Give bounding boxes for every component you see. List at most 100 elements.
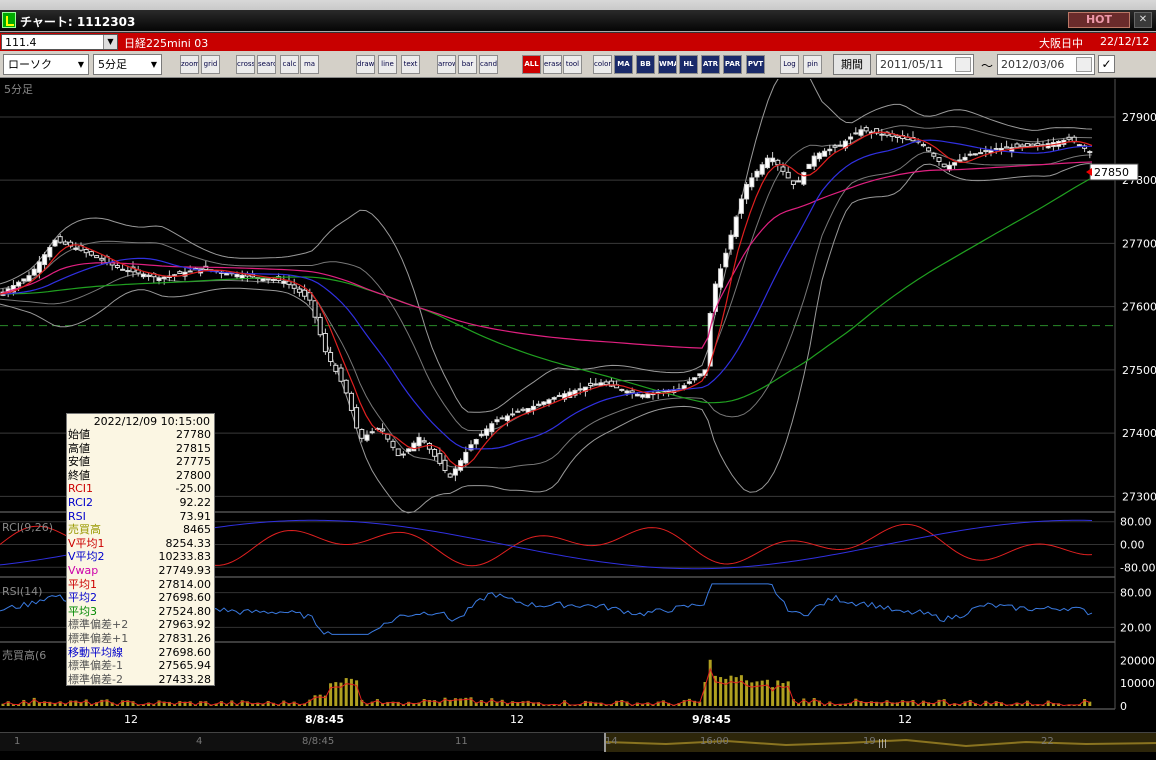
chevron-down-icon[interactable]: ▼: [103, 35, 117, 49]
candle-body: [723, 252, 729, 268]
symbol-code-select[interactable]: 111.4 ▼: [1, 34, 118, 50]
hot-button[interactable]: HOT: [1068, 12, 1130, 28]
rsi-tick-label: 20.00: [1120, 621, 1152, 634]
data-window-value: 10233.83: [158, 550, 212, 564]
candle-body: [936, 157, 942, 162]
tool-tool-button[interactable]: tool: [563, 55, 582, 74]
data-window-row: V平均1 8254.33: [68, 537, 214, 550]
close-button[interactable]: ✕: [1134, 12, 1152, 28]
tool-calc-button[interactable]: calc: [280, 55, 299, 74]
tool-arrow-button[interactable]: arrow: [437, 55, 456, 74]
candle-body: [125, 270, 131, 273]
data-window-key: 移動平均線: [68, 645, 123, 659]
candle-body: [520, 408, 526, 411]
date-to-input[interactable]: 2012/03/06: [997, 54, 1095, 75]
candle-body: [83, 249, 89, 254]
candle-body: [260, 277, 266, 282]
tool-cross-button[interactable]: cross: [236, 55, 255, 74]
candle-body: [822, 150, 828, 157]
chart-type-select[interactable]: ローソク ▼: [3, 54, 89, 75]
price-tick-label: 27400: [1122, 427, 1156, 440]
candle-body: [21, 278, 27, 282]
candle-body: [1087, 151, 1093, 154]
data-window-row: 安値 27775: [68, 455, 214, 468]
navigator-window[interactable]: |||: [604, 733, 1156, 752]
tool-text-button[interactable]: text: [401, 55, 420, 74]
candle-body: [978, 152, 984, 155]
candle-body: [645, 393, 651, 399]
candle-body: [26, 275, 32, 282]
chevron-down-icon[interactable]: ▼: [74, 55, 88, 74]
navigator-label: 14: [605, 736, 618, 747]
current-price-marker: 27850: [1086, 163, 1139, 181]
tool-zoom-button[interactable]: zoom: [180, 55, 199, 74]
tool-ma-button[interactable]: ma: [300, 55, 319, 74]
calendar-icon[interactable]: [955, 57, 971, 72]
data-window-key: RCI1: [68, 482, 94, 496]
data-window-value: 27814.00: [158, 577, 212, 591]
volume-bar: [755, 681, 759, 706]
tool-log-button[interactable]: Log: [780, 55, 799, 74]
tool-wma-button[interactable]: WMA: [658, 55, 677, 74]
candle-body: [400, 453, 406, 456]
candle-body: [816, 152, 822, 160]
volume-bar: [355, 680, 359, 706]
tool-line-button[interactable]: line: [378, 55, 397, 74]
navigator-grip-icon[interactable]: |||: [878, 739, 887, 749]
candle-body: [556, 394, 562, 397]
candle-body: [296, 288, 302, 293]
tool-pin-button[interactable]: pin: [803, 55, 822, 74]
tool-grid-button[interactable]: grid: [201, 55, 220, 74]
tool-hl-button[interactable]: HL: [679, 55, 698, 74]
price-tick-label: 27300: [1122, 490, 1156, 503]
data-window-row: Vwap 27749.93: [68, 564, 214, 577]
time-axis-label: 12: [124, 713, 138, 726]
candle-body: [972, 153, 978, 156]
candle-body: [146, 274, 152, 277]
calendar-icon[interactable]: [1076, 57, 1092, 72]
candle-body: [156, 277, 162, 282]
candle-body: [697, 373, 703, 377]
tool-ma-button[interactable]: MA: [614, 55, 633, 74]
candle-body: [588, 382, 594, 387]
tool-all-button[interactable]: ALL: [522, 55, 541, 74]
candle-body: [120, 268, 126, 271]
tool-candle-button[interactable]: candle: [479, 55, 498, 74]
tool-erase-button[interactable]: erase: [543, 55, 562, 74]
apply-checkbox[interactable]: ✓: [1098, 55, 1115, 73]
title-strip: チャート: 1112303 HOT ✕: [0, 10, 1156, 31]
scroll-navigator[interactable]: |||: [0, 732, 1156, 752]
candle-body: [624, 390, 630, 394]
candle-body: [421, 440, 427, 443]
volume-bar: [739, 675, 743, 706]
symbol-date: 22/12/12: [1100, 35, 1150, 48]
tool-pvt-button[interactable]: PVT: [746, 55, 765, 74]
chart-area[interactable]: 27900 27800 27700 27600 27500 27400 27300 80.00…: [0, 79, 1156, 710]
interval-select[interactable]: 5分足 ▼: [93, 54, 162, 75]
tool-draw-button[interactable]: draw: [356, 55, 375, 74]
volume-bar: [776, 680, 780, 706]
chevron-down-icon[interactable]: ▼: [147, 55, 161, 74]
navigator-label: 11: [455, 736, 468, 747]
candle-body: [161, 276, 167, 279]
price-tick-label: 27500: [1122, 364, 1156, 377]
candle-body: [73, 247, 79, 250]
date-from-input[interactable]: 2011/05/11: [876, 54, 974, 75]
candle-body: [1019, 144, 1025, 148]
tool-search-button[interactable]: search: [257, 55, 276, 74]
tool-bar-button[interactable]: bar: [458, 55, 477, 74]
date-range-separator: 〜: [981, 59, 994, 73]
tool-atr-button[interactable]: ATR: [701, 55, 720, 74]
tool-bb-button[interactable]: BB: [636, 55, 655, 74]
volume-tick-label: 10000: [1120, 677, 1155, 690]
period-button[interactable]: 期間: [833, 54, 871, 75]
candle-body: [546, 399, 552, 404]
tool-color-button[interactable]: color: [593, 55, 612, 74]
navigator-line: |||: [605, 738, 1156, 749]
price-tick-label: 27700: [1122, 237, 1156, 250]
tool-par-button[interactable]: PAR: [723, 55, 742, 74]
data-window-key: V平均1: [68, 536, 105, 550]
candle-body: [426, 442, 432, 450]
data-window-key: 始値: [68, 428, 90, 441]
volume-bar: [708, 659, 712, 706]
